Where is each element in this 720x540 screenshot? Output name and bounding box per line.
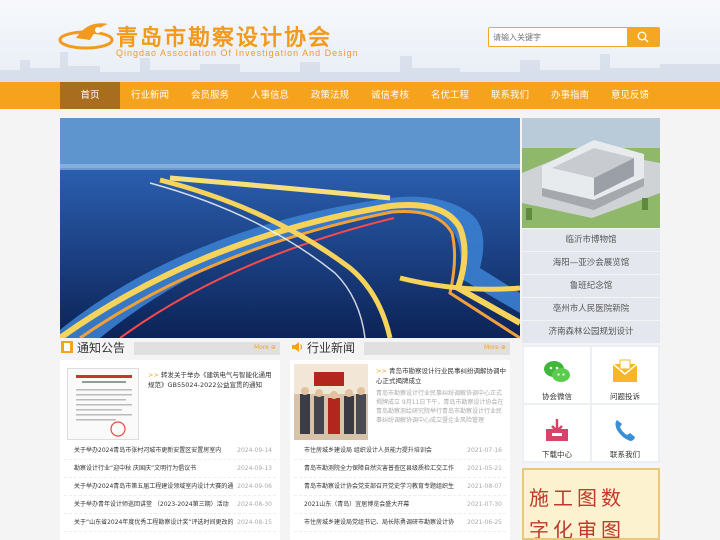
list-item[interactable]: 青岛市勘察设计协会党支部召开党史学习教育专题组织生 2021-08-07 (294, 478, 506, 496)
ad-line-2: 字化审图 (529, 518, 625, 540)
book-icon (61, 341, 73, 353)
project-item[interactable]: 海阳—亚沙会展览馆 (522, 252, 660, 274)
museum-render (522, 118, 660, 228)
main-nav: 首页 行业新闻 会员服务 人事信息 政策法规 诚信考核 名优工程 联系我们 办事… (0, 82, 720, 109)
quick-links: 协会微信 问题投诉 下载中心 联系我们 (522, 345, 660, 463)
list-item[interactable]: 关于举办2024青岛市第五届工程建设领域室内设计大赛的通 2024-09-06 (64, 478, 276, 496)
nav-item-industry-news[interactable]: 行业新闻 (120, 82, 180, 109)
bridge-photo (60, 118, 520, 338)
site-header: 青岛市勘察设计协会 Qingdao Association Of Investi… (0, 0, 720, 82)
quick-link-label: 协会微信 (542, 392, 572, 401)
notice-feature-title[interactable]: 转发关于举办《建筑电气与智能化通用规范》GB55024-2022公益宣贯的通知 (148, 370, 276, 390)
nav-item-integrity[interactable]: 诚信考核 (360, 82, 420, 109)
hero-banner-image[interactable] (60, 118, 520, 338)
nav-item-home[interactable]: 首页 (60, 82, 120, 109)
project-item[interactable]: 鲁班纪念馆 (522, 275, 660, 297)
project-item[interactable]: 亳州市人民医院新院 (522, 298, 660, 320)
news-panel: 青岛市勘察设计行业民事纠纷调解协调中心正式揭牌成立 青岛市勘察设计行业民事纠纷调… (290, 360, 510, 540)
project-showcase-image[interactable] (522, 118, 660, 228)
quick-link-label: 联系我们 (610, 450, 640, 459)
digital-review-ad[interactable]: 施工图数 字化审图 (522, 468, 660, 540)
news-section-title: 行业新闻 (307, 341, 356, 355)
list-item[interactable]: 勘察设计行业“迎中秋 庆国庆”文明行为倡议书 2024-09-13 (64, 460, 276, 478)
notice-section-title: 通知公告 (77, 341, 126, 355)
news-feature-desc: 青岛市勘察设计行业民事纠纷调解协调中心正式揭牌成立 9月11日下午，青岛市勘察设… (376, 390, 504, 424)
download-icon (546, 419, 568, 441)
search-icon (637, 31, 649, 43)
association-logo-icon[interactable] (58, 18, 118, 56)
notice-list: 关于举办2024青岛市张村河城市更新安置区安置房室内 2024-09-14 勘察设… (64, 442, 276, 532)
news-section-header: 行业新闻 More (290, 339, 510, 357)
news-list: 市住房城乡建设局 组织设计人员能力提升培训会 2021-07-16 青岛市勘测院全… (294, 442, 506, 532)
notice-section-header: 通知公告 More (60, 339, 280, 357)
search-input[interactable] (493, 30, 623, 44)
nav-item-feedback[interactable]: 意见反馈 (600, 82, 660, 109)
ad-line-1: 施工图数 (529, 486, 625, 510)
notice-panel: 转发关于举办《建筑电气与智能化通用规范》GB55024-2022公益宣贯的通知 … (60, 360, 280, 540)
news-feature-title[interactable]: 青岛市勘察设计行业民事纠纷调解协调中心正式揭牌成立 (376, 366, 506, 386)
speaker-icon (292, 342, 303, 352)
nav-item-policy[interactable]: 政策法规 (300, 82, 360, 109)
notice-feature-image[interactable] (67, 368, 139, 440)
list-item[interactable]: 关于举办2024青岛市张村河城市更新安置区安置房室内 2024-09-14 (64, 442, 276, 460)
notice-more-link[interactable]: More (254, 344, 276, 351)
nav-item-contact[interactable]: 联系我们 (480, 82, 540, 109)
quick-link-complaint[interactable]: 问题投诉 (592, 347, 658, 403)
project-list: 临沂市博物馆 海阳—亚沙会展览馆 鲁班纪念馆 亳州市人民医院新院 济南森林公园规… (522, 229, 660, 344)
project-item[interactable]: 临沂市博物馆 (522, 229, 660, 251)
quick-link-download[interactable]: 下载中心 (524, 405, 590, 461)
ceremony-photo (294, 364, 368, 440)
list-item[interactable]: 市住房城乡建设局 组织设计人员能力提升培训会 2021-07-16 (294, 442, 506, 460)
project-item[interactable]: 济南森林公园规划设计 (522, 321, 660, 343)
quick-link-label: 问题投诉 (610, 392, 640, 401)
site-subtitle: Qingdao Association Of Investigation And… (116, 48, 359, 58)
quick-link-contact[interactable]: 联系我们 (592, 405, 658, 461)
quick-link-wechat[interactable]: 协会微信 (524, 347, 590, 403)
nav-item-guide[interactable]: 办事指南 (540, 82, 600, 109)
search-box (488, 27, 660, 47)
quick-link-label: 下载中心 (542, 450, 572, 459)
nav-item-member-service[interactable]: 会员服务 (180, 82, 240, 109)
phone-icon (615, 420, 635, 441)
list-item[interactable]: 2021山东（青岛）宜居博览会盛大开幕 2021-07-30 (294, 496, 506, 514)
search-button[interactable] (627, 28, 659, 46)
nav-item-personnel[interactable]: 人事信息 (240, 82, 300, 109)
nav-item-projects[interactable]: 名优工程 (420, 82, 480, 109)
news-more-link[interactable]: More (484, 344, 506, 351)
list-item[interactable]: 市住房城乡建设局党组书记、局长陈勇调研市勘察设计协 2021-06-25 (294, 514, 506, 532)
envelope-icon (612, 359, 638, 382)
wechat-icon (544, 361, 570, 382)
list-item[interactable]: 青岛市勘测院全力保障自然灾害普查区县级质检汇交工作 2021-05-21 (294, 460, 506, 478)
news-feature-image[interactable] (294, 364, 368, 440)
list-item[interactable]: 关于“山东省2024年度优秀工程勘察设计奖”评选时间更改的 2024-08-15 (64, 514, 276, 532)
document-thumbnail (68, 369, 138, 439)
list-item[interactable]: 关于举办青年设计师巡回讲堂 （2023-2024第三期）活动 2024-08-30 (64, 496, 276, 514)
